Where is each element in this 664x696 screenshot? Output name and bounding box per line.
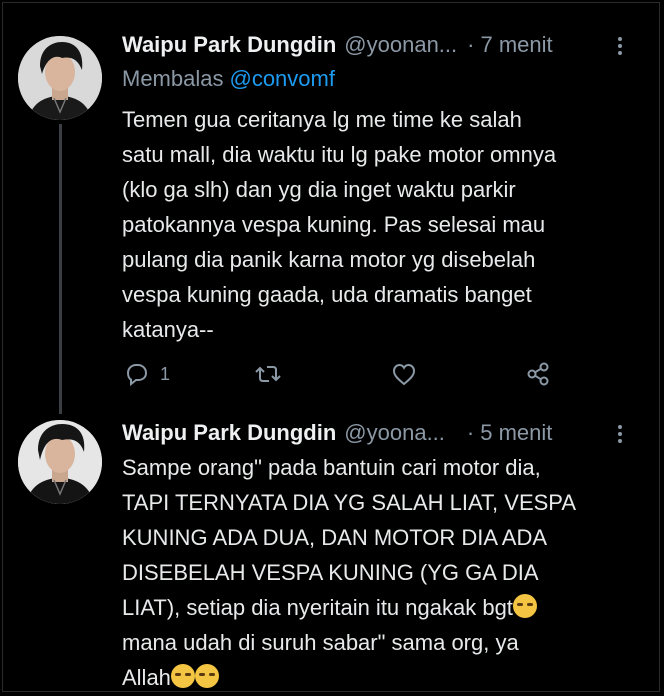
tweet-header: Waipu Park Dungdin @yoonan... · 7 menit <box>122 30 642 60</box>
tweet-header: Waipu Park Dungdin @yoona... · 5 menit <box>122 418 642 448</box>
like-icon <box>392 363 416 386</box>
author-name[interactable]: Waipu Park Dungdin <box>122 32 336 58</box>
reply-button[interactable]: 1 <box>122 360 170 388</box>
loudly-crying-emoji-icon <box>170 664 195 688</box>
timestamp[interactable]: 7 menit <box>480 32 552 58</box>
loudly-crying-emoji-icon <box>194 664 219 688</box>
tweet-content: Waipu Park Dungdin @yoonan... · 7 menit … <box>122 30 642 387</box>
separator-dot: · <box>466 420 475 445</box>
tweet-text-line: KUNING ADA DUA, DAN MOTOR DIA ADA <box>122 525 548 550</box>
mention-link[interactable]: @convomf <box>229 66 334 91</box>
tweet-text-line: LIAT), setiap dia nyeritain itu ngakak b… <box>122 590 642 625</box>
loudly-crying-emoji-icon <box>512 594 537 618</box>
tweet-content: Waipu Park Dungdin @yoona... · 5 menit S… <box>122 418 642 695</box>
avatar-photo <box>18 420 102 504</box>
more-icon[interactable] <box>612 422 628 446</box>
separator-dot: · <box>467 32 475 57</box>
retweet-icon <box>255 366 281 382</box>
author-handle[interactable]: @yoonan... <box>344 32 457 58</box>
tweet-text-segment: Allah <box>122 665 171 690</box>
author-name[interactable]: Waipu Park Dungdin <box>122 420 336 446</box>
tweet-text-line: Allah <box>122 660 642 695</box>
replying-to-label: Membalas <box>122 66 224 91</box>
share-button[interactable] <box>524 360 552 388</box>
like-button[interactable] <box>390 360 418 388</box>
tweet-text-line: Sampe orang" pada bantuin cari motor dia… <box>122 455 541 480</box>
more-icon[interactable] <box>612 34 628 58</box>
thread-line <box>59 124 62 414</box>
tweet-text: Sampe orang" pada bantuin cari motor dia… <box>122 450 642 695</box>
author-handle[interactable]: @yoona... <box>344 420 445 446</box>
avatar[interactable] <box>18 36 102 120</box>
reply-count: 1 <box>160 363 171 384</box>
avatar[interactable] <box>18 420 102 504</box>
timestamp[interactable]: 5 menit <box>480 420 552 446</box>
retweet-button[interactable] <box>254 360 282 388</box>
share-icon <box>527 362 549 386</box>
avatar-photo <box>18 36 102 120</box>
tweet-text-line: DISEBELAH VESPA KUNING (YG GA DIA <box>122 560 539 585</box>
tweet-text: Temen gua ceritanya lg me time ke salah … <box>122 107 557 342</box>
tweet-text-line: mana udah di suruh sabar" sama org, ya <box>122 630 519 655</box>
reply-icon <box>126 364 148 387</box>
tweet-text-segment: LIAT), setiap dia nyeritain itu ngakak b… <box>122 595 513 620</box>
replying-to: Membalas @convomf <box>122 66 642 96</box>
tweet-text-line: TAPI TERNYATA DIA YG SALAH LIAT, VESPA <box>122 490 577 515</box>
tweet-actions: 1 <box>122 360 642 400</box>
